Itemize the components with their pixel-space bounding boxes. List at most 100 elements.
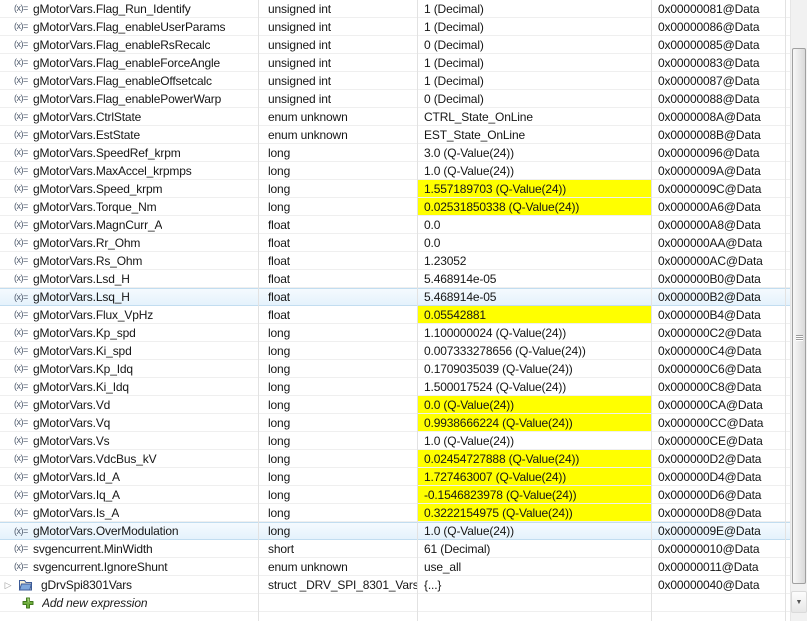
- table-row[interactable]: ▷ (x)= gMotorVars.Rr_Ohm float 0.0 0x000…: [0, 234, 790, 252]
- table-row[interactable]: ▷ (x)= gMotorVars.MagnCurr_A float 0.0 0…: [0, 216, 790, 234]
- value-cell[interactable]: -0.1546823978 (Q-Value(24)): [417, 486, 651, 503]
- address-cell: 0x0000009E@Data: [658, 524, 761, 538]
- expression-icon: (x)=: [14, 561, 28, 571]
- table-row[interactable]: ▷ (x)= gMotorVars.VdcBus_kV long 0.02454…: [0, 450, 790, 468]
- value-cell[interactable]: 1 (Decimal): [417, 18, 651, 35]
- expression-cell: ▷ (x)= gMotorVars.Vd: [0, 396, 258, 413]
- address-cell: 0x00000081@Data: [658, 1, 760, 16]
- table-row[interactable]: ▷ (x)= gMotorVars.Kp_spd long 1.10000002…: [0, 324, 790, 342]
- expression-name: gMotorVars.Flag_Run_Identify: [33, 1, 191, 16]
- scrollbar-thumb[interactable]: [792, 48, 806, 584]
- value-cell[interactable]: 1.557189703 (Q-Value(24)): [417, 180, 651, 197]
- address-cell: 0x00000088@Data: [658, 91, 760, 106]
- type-cell: enum unknown: [268, 109, 348, 124]
- value-cell[interactable]: 0.0: [417, 234, 651, 251]
- table-row[interactable]: ▷ gDrvSpi8301Vars struct _DRV_SPI_8301_V…: [0, 576, 790, 594]
- expression-name: gMotorVars.Flag_enableUserParams: [33, 19, 226, 34]
- value-cell[interactable]: 1.0 (Q-Value(24)): [417, 432, 651, 449]
- value-cell[interactable]: 1.100000024 (Q-Value(24)): [417, 324, 651, 341]
- value-cell[interactable]: 0.05542881: [417, 306, 651, 323]
- expression-name: gMotorVars.Flag_enablePowerWarp: [33, 91, 222, 106]
- table-row[interactable]: ▷ (x)= gMotorVars.Vq long 0.9938666224 (…: [0, 414, 790, 432]
- table-row[interactable]: ▷ (x)= gMotorVars.Flag_enableOffsetcalc …: [0, 72, 790, 90]
- table-row[interactable]: ▷ (x)= gMotorVars.Ki_Idq long 1.50001752…: [0, 378, 790, 396]
- value-cell[interactable]: 1 (Decimal): [417, 54, 651, 71]
- table-row[interactable]: ▷ (x)= gMotorVars.Flag_enableRsRecalc un…: [0, 36, 790, 54]
- column-divider-type-value[interactable]: [417, 0, 418, 621]
- value-cell[interactable]: 1 (Decimal): [417, 0, 651, 17]
- value-cell[interactable]: 3.0 (Q-Value(24)): [417, 144, 651, 161]
- address-cell: 0x000000CC@Data: [658, 415, 764, 430]
- table-row[interactable]: ▷ (x)= gMotorVars.SpeedRef_krpm long 3.0…: [0, 144, 790, 162]
- table-row[interactable]: ▷ (x)= gMotorVars.Lsq_H float 5.468914e-…: [0, 288, 790, 306]
- value-cell[interactable]: 1.0 (Q-Value(24)): [417, 523, 651, 539]
- value-cell[interactable]: 0.007333278656 (Q-Value(24)): [417, 342, 651, 359]
- table-row[interactable]: ▷ (x)= gMotorVars.Torque_Nm long 0.02531…: [0, 198, 790, 216]
- table-row[interactable]: ▷ (x)= gMotorVars.Id_A long 1.727463007 …: [0, 468, 790, 486]
- table-row[interactable]: ▷ (x)= gMotorVars.Flag_enableForceAngle …: [0, 54, 790, 72]
- address-cell: 0x000000A8@Data: [658, 217, 761, 232]
- value-cell[interactable]: 0.0 (Q-Value(24)): [417, 396, 651, 413]
- table-row[interactable]: ▷ (x)= gMotorVars.OverModulation long 1.…: [0, 522, 790, 540]
- value-cell[interactable]: 0.1709035039 (Q-Value(24)): [417, 360, 651, 377]
- scroll-down-button[interactable]: ▼: [791, 591, 807, 613]
- value-cell[interactable]: [417, 594, 651, 611]
- table-row[interactable]: ▷ (x)= gMotorVars.Speed_krpm long 1.5571…: [0, 180, 790, 198]
- expression-name: gMotorVars.Rs_Ohm: [33, 253, 143, 268]
- type-cell: long: [268, 181, 291, 196]
- table-row[interactable]: ▷ (x)= gMotorVars.Ki_spd long 0.00733327…: [0, 342, 790, 360]
- value-cell[interactable]: 1.500017524 (Q-Value(24)): [417, 378, 651, 395]
- value-cell[interactable]: {...}: [417, 576, 651, 593]
- value-cell[interactable]: 0.3222154975 (Q-Value(24)): [417, 504, 651, 521]
- value-cell[interactable]: 0 (Decimal): [417, 36, 651, 53]
- value-cell[interactable]: 1.727463007 (Q-Value(24)): [417, 468, 651, 485]
- table-row[interactable]: ▷ (x)= gMotorVars.Is_A long 0.3222154975…: [0, 504, 790, 522]
- value-cell[interactable]: use_all: [417, 558, 651, 575]
- value-cell[interactable]: 0.0: [417, 216, 651, 233]
- value-cell[interactable]: 5.468914e-05: [417, 270, 651, 287]
- address-cell: 0x0000008B@Data: [658, 127, 761, 142]
- value-cell[interactable]: 0.9938666224 (Q-Value(24)): [417, 414, 651, 431]
- table-row[interactable]: ▷ (x)= gMotorVars.Iq_A long -0.154682397…: [0, 486, 790, 504]
- value-cell[interactable]: 5.468914e-05: [417, 289, 651, 305]
- expression-icon: (x)=: [14, 39, 28, 49]
- table-row[interactable]: ▷ (x)= svgencurrent.MinWidth short 61 (D…: [0, 540, 790, 558]
- value-cell[interactable]: 1.0 (Q-Value(24)): [417, 162, 651, 179]
- table-row[interactable]: ▷ (x)= gMotorVars.MaxAccel_krpmps long 1…: [0, 162, 790, 180]
- value-cell[interactable]: 0.02454727888 (Q-Value(24)): [417, 450, 651, 467]
- table-row[interactable]: ▷ (x)= gMotorVars.Vs long 1.0 (Q-Value(2…: [0, 432, 790, 450]
- value-cell[interactable]: 1 (Decimal): [417, 72, 651, 89]
- expression-icon: (x)=: [14, 273, 28, 283]
- table-row[interactable]: ▷ (x)= gMotorVars.Rs_Ohm float 1.23052 0…: [0, 252, 790, 270]
- value-cell[interactable]: EST_State_OnLine: [417, 126, 651, 143]
- expression-name: gMotorVars.Flux_VpHz: [33, 307, 154, 322]
- expander-icon[interactable]: ▷: [2, 580, 14, 590]
- table-row[interactable]: ▷ (x)= gMotorVars.EstState enum unknown …: [0, 126, 790, 144]
- column-divider-value-address[interactable]: [651, 0, 652, 621]
- address-cell: 0x0000009A@Data: [658, 163, 761, 178]
- value-cell[interactable]: 0.02531850338 (Q-Value(24)): [417, 198, 651, 215]
- expression-name: gMotorVars.Speed_krpm: [33, 181, 163, 196]
- value-cell[interactable]: CTRL_State_OnLine: [417, 108, 651, 125]
- expression-cell: ▷ (x)= gMotorVars.Flag_enableUserParams: [0, 18, 258, 35]
- value-cell[interactable]: 0 (Decimal): [417, 90, 651, 107]
- table-row[interactable]: ▷ (x)= gMotorVars.Vd long 0.0 (Q-Value(2…: [0, 396, 790, 414]
- table-row[interactable]: ▷ (x)= gMotorVars.Flag_enablePowerWarp u…: [0, 90, 790, 108]
- table-row[interactable]: ▷ (x)= gMotorVars.Flag_enableUserParams …: [0, 18, 790, 36]
- vertical-scrollbar[interactable]: ▼: [790, 0, 807, 621]
- expression-name: gMotorVars.CtrlState: [33, 109, 142, 124]
- add-new-expression-row[interactable]: ▷ Add new expression: [0, 594, 790, 612]
- value-cell[interactable]: 61 (Decimal): [417, 540, 651, 557]
- expression-name: gMotorVars.Iq_A: [33, 487, 120, 502]
- table-row[interactable]: ▷ (x)= gMotorVars.CtrlState enum unknown…: [0, 108, 790, 126]
- table-row[interactable]: ▷ (x)= gMotorVars.Kp_Idq long 0.17090350…: [0, 360, 790, 378]
- expression-cell: ▷ (x)= gMotorVars.Flag_enableForceAngle: [0, 54, 258, 71]
- table-row[interactable]: ▷ (x)= gMotorVars.Flux_VpHz float 0.0554…: [0, 306, 790, 324]
- table-row[interactable]: ▷ (x)= svgencurrent.IgnoreShunt enum unk…: [0, 558, 790, 576]
- table-row[interactable]: ▷ (x)= gMotorVars.Lsd_H float 5.468914e-…: [0, 270, 790, 288]
- value-cell[interactable]: 1.23052: [417, 252, 651, 269]
- table-row[interactable]: ▷ (x)= gMotorVars.Flag_Run_Identify unsi…: [0, 0, 790, 18]
- type-cell: unsigned int: [268, 91, 331, 106]
- expression-name: gMotorVars.Kp_spd: [33, 325, 136, 340]
- column-divider-name-type[interactable]: [258, 0, 259, 621]
